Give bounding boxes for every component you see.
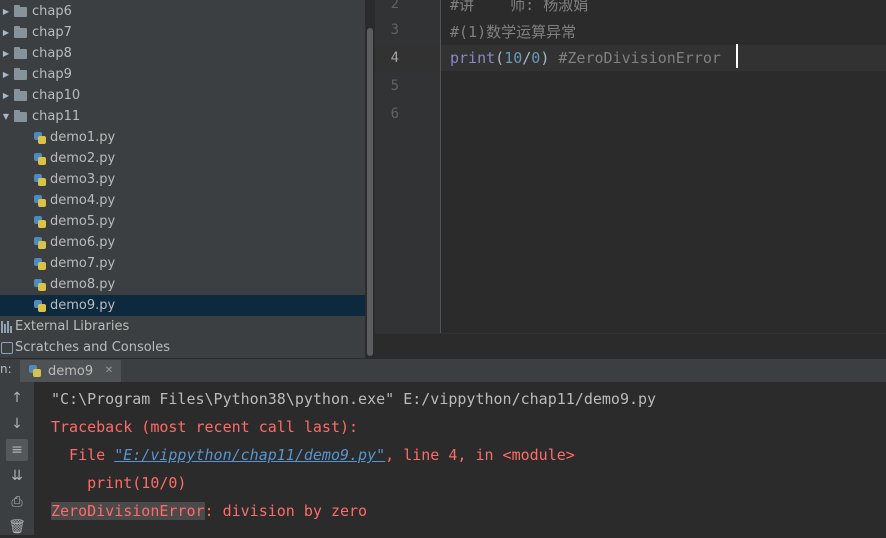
console-traceback-header: Traceback (most recent call last): (51, 418, 359, 436)
console-code-line: print(10/0) (51, 474, 187, 492)
tree-file-label: demo8.py (50, 277, 116, 292)
tree-file-demo9[interactable]: demo9.py (0, 295, 365, 316)
chevron-right-icon[interactable]: ▶ (1, 91, 11, 100)
tree-external-libraries[interactable]: External Libraries (0, 316, 365, 337)
tree-folder-label: chap7 (32, 25, 72, 40)
chevron-right-icon[interactable]: ▶ (1, 70, 11, 79)
tree-file-demo5[interactable]: demo5.py (0, 211, 365, 232)
tree-folder-chap11[interactable]: ▼ chap11 (0, 106, 365, 127)
tree-file-label: demo9.py (50, 298, 116, 313)
code-comment: #ZeroDivisionError (549, 49, 721, 67)
tree-folder-chap7[interactable]: ▶ chap7 (0, 22, 365, 43)
folder-icon (14, 4, 27, 17)
line-number: 3 (390, 22, 399, 38)
folder-icon (14, 88, 27, 101)
error-message: : division by zero (204, 502, 368, 520)
python-file-icon (33, 215, 47, 229)
code-paren: ) (540, 49, 550, 67)
tree-folder-chap8[interactable]: ▶ chap8 (0, 43, 365, 64)
tree-file-demo3[interactable]: demo3.py (0, 169, 365, 190)
tree-folder-label: chap8 (32, 46, 72, 61)
print-icon[interactable]: ⎙ (6, 491, 28, 513)
arrow-up-icon[interactable]: ↑ (6, 387, 28, 409)
arrow-down-icon[interactable]: ↓ (6, 413, 28, 435)
python-file-icon (33, 152, 47, 166)
tree-folder-chap10[interactable]: ▶ chap10 (0, 85, 365, 106)
tree-file-demo2[interactable]: demo2.py (0, 148, 365, 169)
tree-file-label: demo3.py (50, 172, 116, 187)
run-toolbar: ↑ ↓ ≡ ⇊ ⎙ 🗑 (0, 382, 34, 535)
file-link[interactable]: "E:/vippython/chap11/demo9.py" (114, 446, 385, 464)
run-tab-label: demo9 (48, 363, 94, 379)
python-file-icon (33, 299, 47, 313)
run-panel-label: n: (0, 362, 12, 376)
code-line-2: #讲 师: 杨淑娟 (450, 0, 589, 14)
tree-folder-label: chap9 (32, 67, 72, 82)
python-file-icon (33, 194, 47, 208)
run-tab-demo9[interactable]: demo9 ✕ (20, 360, 122, 382)
tree-item-label: Scratches and Consoles (15, 340, 171, 355)
python-file-icon (33, 257, 47, 271)
tree-file-demo8[interactable]: demo8.py (0, 274, 365, 295)
gutter-separator (440, 0, 441, 333)
console-error-line: ZeroDivisionError: division by zero (51, 502, 367, 520)
tree-folder-label: chap6 (32, 4, 72, 19)
tree-scratches-consoles[interactable]: Scratches and Consoles (0, 337, 365, 358)
console-text: , line 4, in <module> (385, 446, 575, 464)
console-text: File (51, 446, 115, 464)
tree-file-label: demo1.py (50, 130, 116, 145)
chevron-right-icon[interactable]: ▶ (1, 28, 11, 37)
tree-folder-label: chap11 (32, 109, 81, 124)
chevron-right-icon[interactable]: ▶ (1, 7, 11, 16)
python-file-icon (33, 173, 47, 187)
library-icon (1, 320, 13, 333)
folder-icon (14, 46, 27, 59)
code-keyword: print (450, 49, 496, 67)
code-number: 0 (531, 49, 541, 67)
tree-folder-chap9[interactable]: ▶ chap9 (0, 64, 365, 85)
project-tree-scrollbar[interactable] (367, 28, 373, 356)
chevron-right-icon[interactable]: ▶ (1, 49, 11, 58)
code-line-3: #(1)数学运算异常 (450, 23, 577, 41)
chevron-down-icon[interactable]: ▼ (1, 112, 11, 121)
tree-folder-chap6[interactable]: ▶ chap6 (0, 1, 365, 22)
folder-icon (14, 67, 27, 80)
line-number: 2 (390, 0, 399, 12)
code-number: 10 (504, 49, 523, 67)
tree-item-label: External Libraries (15, 319, 130, 334)
tree-file-label: demo5.py (50, 214, 116, 229)
python-file-icon (28, 364, 42, 378)
text-caret (736, 44, 738, 68)
tree-file-label: demo7.py (50, 256, 116, 271)
editor-breadcrumb-bar (375, 333, 886, 359)
project-tree-panel: ▶ chap6 ▶ chap7 ▶ chap8 ▶ chap9 ▶ chap10… (0, 0, 365, 358)
tree-file-demo1[interactable]: demo1.py (0, 127, 365, 148)
code-line-4: print(10/0) #ZeroDivisionError (450, 49, 721, 67)
code-operator: / (522, 49, 532, 67)
run-panel-header (0, 358, 886, 383)
python-file-icon (33, 278, 47, 292)
tree-folder-label: chap10 (32, 88, 81, 103)
soft-wrap-icon[interactable]: ≡ (6, 439, 28, 461)
tree-file-label: demo4.py (50, 193, 116, 208)
tree-file-label: demo2.py (50, 151, 116, 166)
close-icon[interactable]: ✕ (105, 365, 113, 376)
console-traceback-file: File "E:/vippython/chap11/demo9.py", lin… (51, 446, 575, 464)
scroll-to-end-icon[interactable]: ⇊ (6, 465, 28, 487)
python-file-icon (33, 236, 47, 250)
line-number-current: 4 (390, 50, 399, 66)
folder-icon (14, 25, 27, 38)
code-paren: ( (495, 49, 505, 67)
tree-file-demo7[interactable]: demo7.py (0, 253, 365, 274)
scratches-icon (1, 341, 13, 354)
console-command-line: "C:\Program Files\Python38\python.exe" E… (51, 390, 657, 408)
line-number: 6 (390, 106, 399, 122)
python-file-icon (33, 131, 47, 145)
tree-file-demo4[interactable]: demo4.py (0, 190, 365, 211)
folder-icon (14, 109, 27, 122)
tree-file-label: demo6.py (50, 235, 116, 250)
error-name[interactable]: ZeroDivisionError (51, 502, 205, 520)
tree-file-demo6[interactable]: demo6.py (0, 232, 365, 253)
line-number: 5 (390, 78, 399, 94)
